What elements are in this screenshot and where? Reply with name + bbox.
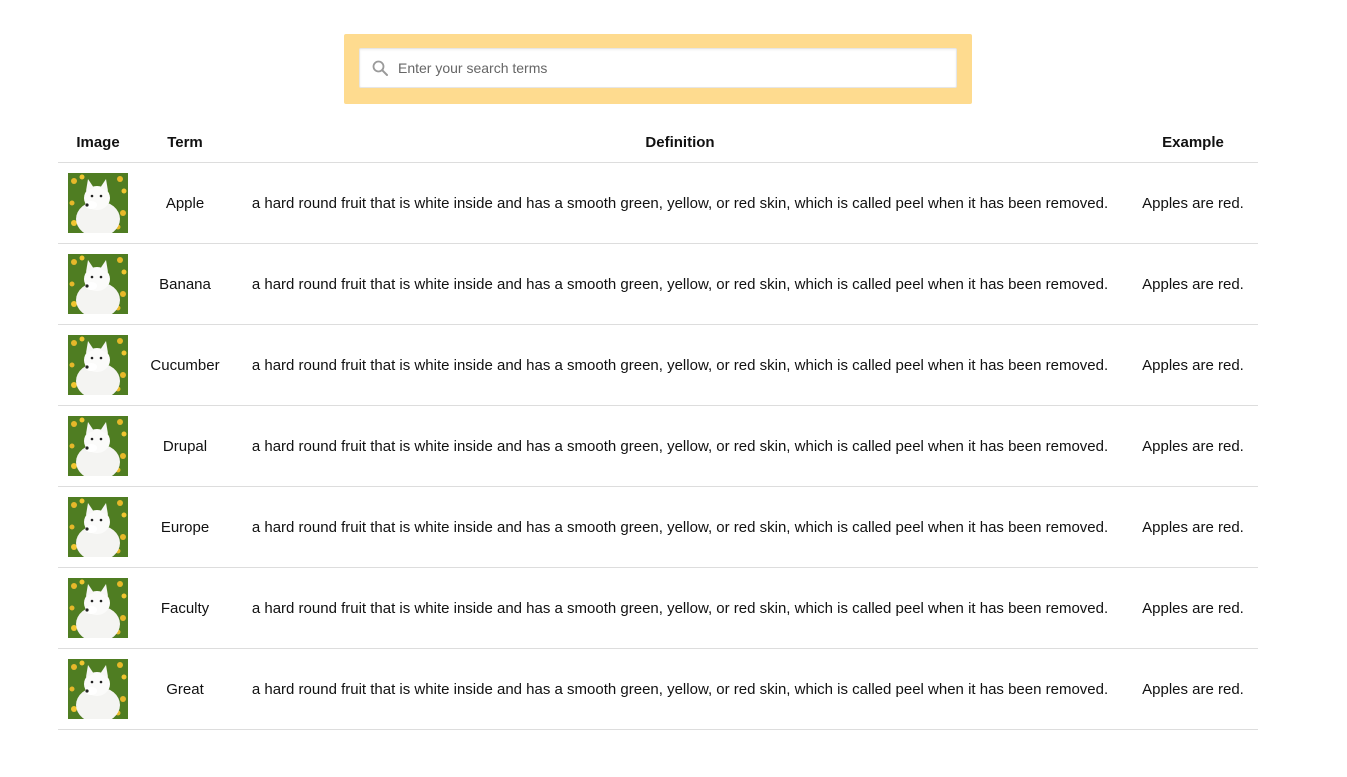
dog-photo: [68, 578, 128, 638]
dog-photo: [68, 335, 128, 395]
dog-photo: [68, 659, 128, 719]
image-cell: [58, 486, 138, 568]
table-row: Faculty a hard round fruit that is white…: [58, 567, 1258, 649]
search-box[interactable]: [359, 48, 957, 88]
dog-photo: [68, 254, 128, 314]
definition-cell: a hard round fruit that is white inside …: [232, 486, 1128, 568]
definition-cell: a hard round fruit that is white inside …: [232, 648, 1128, 730]
table-row: Drupal a hard round fruit that is white …: [58, 405, 1258, 487]
term-cell: Great: [138, 648, 232, 730]
table-header-row: Image Term Definition Example: [58, 123, 1258, 163]
dog-photo: [68, 173, 128, 233]
example-cell: Apples are red.: [1128, 324, 1258, 406]
glossary-table: Image Term Definition Example Apple a ha…: [58, 123, 1258, 730]
definition-cell: a hard round fruit that is white inside …: [232, 243, 1128, 325]
search-icon: [372, 60, 388, 76]
definition-cell: a hard round fruit that is white inside …: [232, 405, 1128, 487]
example-cell: Apples are red.: [1128, 162, 1258, 244]
header-example[interactable]: Example: [1128, 123, 1258, 163]
term-cell: Faculty: [138, 567, 232, 649]
term-cell: Banana: [138, 243, 232, 325]
table-row: Banana a hard round fruit that is white …: [58, 243, 1258, 325]
table-row: Apple a hard round fruit that is white i…: [58, 162, 1258, 244]
term-cell: Cucumber: [138, 324, 232, 406]
header-definition[interactable]: Definition: [232, 123, 1128, 163]
search-input[interactable]: [398, 49, 948, 87]
table-row: Europe a hard round fruit that is white …: [58, 486, 1258, 568]
term-cell: Europe: [138, 486, 232, 568]
dog-photo: [68, 416, 128, 476]
example-cell: Apples are red.: [1128, 243, 1258, 325]
example-cell: Apples are red.: [1128, 405, 1258, 487]
image-cell: [58, 243, 138, 325]
table-row: Great a hard round fruit that is white i…: [58, 648, 1258, 730]
table-body: Apple a hard round fruit that is white i…: [58, 162, 1258, 730]
image-cell: [58, 567, 138, 649]
image-cell: [58, 324, 138, 406]
dog-photo: [68, 497, 128, 557]
search-panel: [344, 34, 972, 104]
definition-cell: a hard round fruit that is white inside …: [232, 324, 1128, 406]
definition-cell: a hard round fruit that is white inside …: [232, 567, 1128, 649]
header-image[interactable]: Image: [58, 123, 138, 163]
image-cell: [58, 405, 138, 487]
term-cell: Apple: [138, 162, 232, 244]
table-row: Cucumber a hard round fruit that is whit…: [58, 324, 1258, 406]
image-cell: [58, 648, 138, 730]
example-cell: Apples are red.: [1128, 486, 1258, 568]
example-cell: Apples are red.: [1128, 648, 1258, 730]
header-term[interactable]: Term: [138, 123, 232, 163]
example-cell: Apples are red.: [1128, 567, 1258, 649]
definition-cell: a hard round fruit that is white inside …: [232, 162, 1128, 244]
term-cell: Drupal: [138, 405, 232, 487]
image-cell: [58, 162, 138, 244]
